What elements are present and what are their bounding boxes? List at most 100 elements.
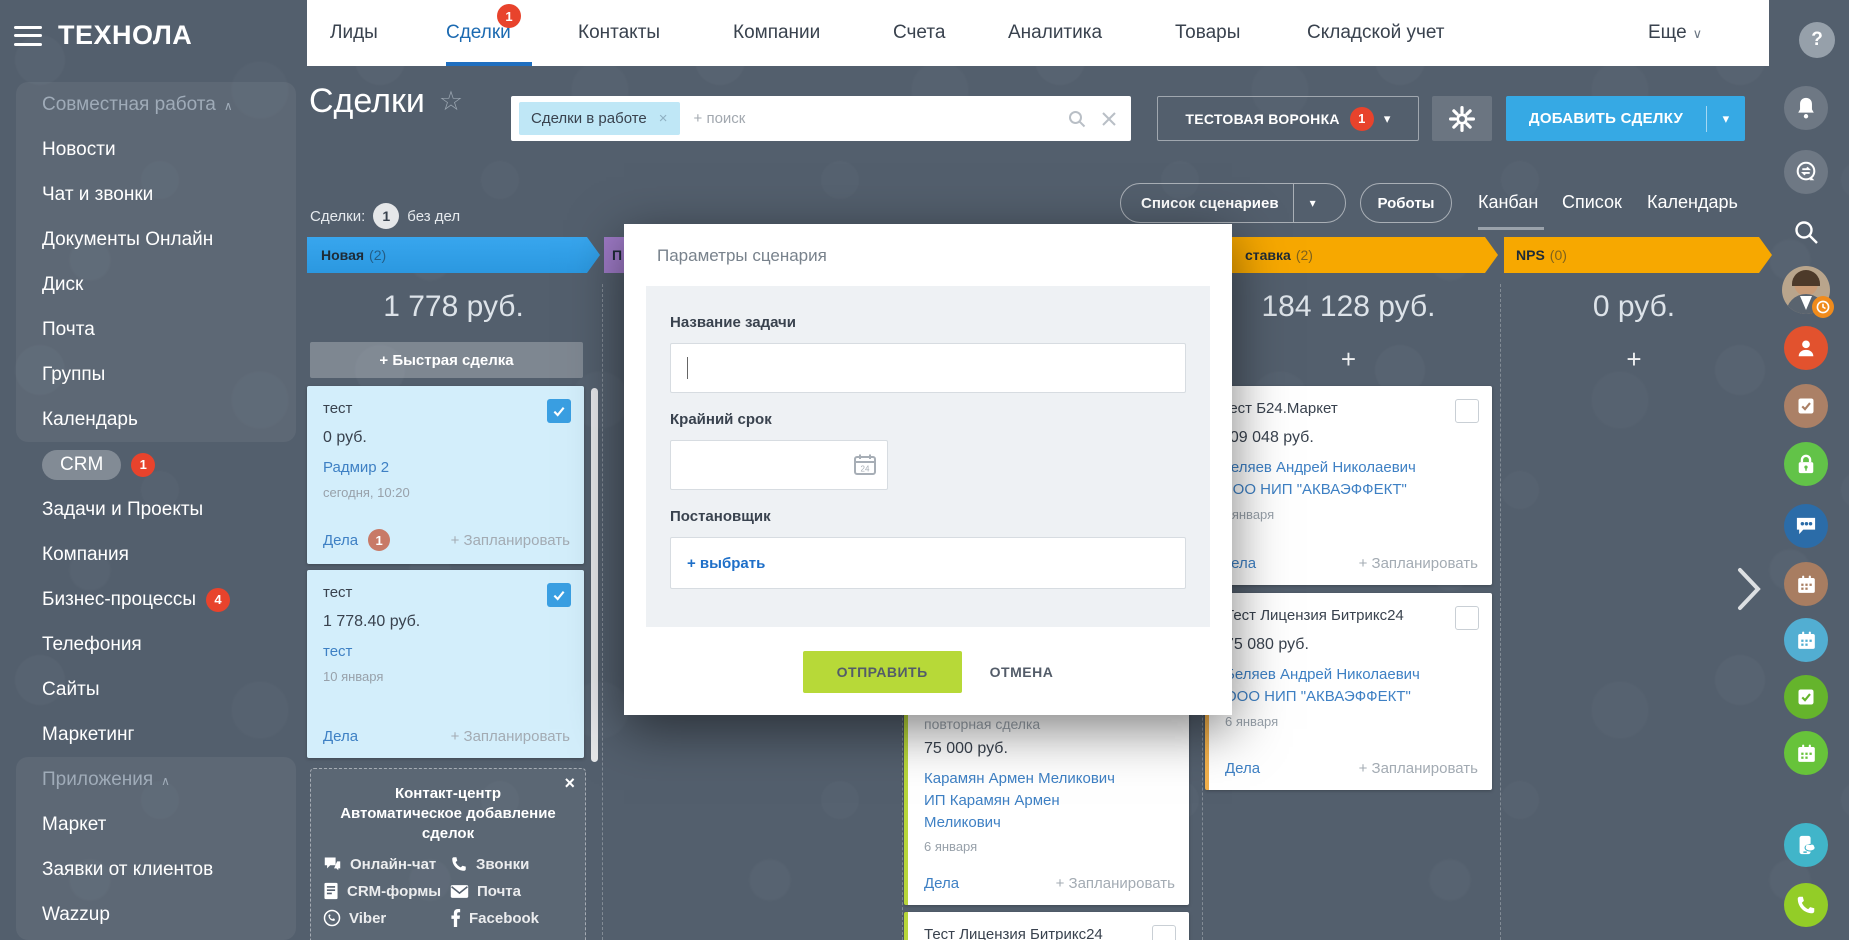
stage-header-new[interactable]: Новая (2)	[307, 237, 600, 273]
deal-company-link[interactable]: ООО НИП "АКВАЭФФЕКТ"	[1221, 479, 1476, 501]
close-icon[interactable]: ×	[564, 773, 575, 794]
sidebar-item-calendar[interactable]: Календарь	[0, 397, 307, 442]
add-card-button[interactable]: +	[1504, 344, 1764, 375]
sidebar-item-marketing[interactable]: Маркетинг	[0, 712, 307, 757]
sidebar-item-wazzup[interactable]: Wazzup	[0, 892, 307, 937]
deal-card[interactable]: Тест Лицензия Битрикс24	[904, 912, 1189, 940]
deal-checkbox[interactable]	[1455, 399, 1479, 423]
deadline-input[interactable]: 24	[670, 440, 888, 490]
schedule-link[interactable]: + Запланировать	[1056, 875, 1175, 892]
calendar-button-3[interactable]	[1784, 731, 1828, 775]
deal-card[interactable]: Тест Б24.Маркет 109 048 руб. Беляев Андр…	[1205, 386, 1492, 585]
sidebar-item-news[interactable]: Новости	[0, 127, 307, 172]
notifications-button[interactable]	[1784, 86, 1828, 130]
channel-mail[interactable]: Почта	[450, 882, 573, 900]
sidebar-section-applications[interactable]: Приложения ∧	[0, 757, 307, 802]
deal-checkbox[interactable]	[1455, 606, 1479, 630]
sidebar-item-groups[interactable]: Группы	[0, 352, 307, 397]
sidebar-section-collaboration[interactable]: Совместная работа ∧	[0, 82, 307, 127]
sidebar-item-business-processes[interactable]: Бизнес-процессы 4	[0, 577, 307, 622]
security-button[interactable]	[1784, 442, 1828, 486]
deal-card[interactable]: тест 0 руб. Радмир 2 сегодня, 10:20 Дела…	[307, 386, 584, 564]
next-columns-arrow[interactable]	[1734, 564, 1764, 619]
task-name-input[interactable]	[670, 343, 1186, 393]
sidebar-item-tasks-projects[interactable]: Задачи и Проекты	[0, 487, 307, 532]
telephony-button[interactable]	[1784, 883, 1828, 927]
choose-link[interactable]: + выбрать	[687, 555, 765, 572]
stage-header-delivery[interactable]: ставка (2)	[1205, 237, 1498, 273]
search-input[interactable]: + поиск	[694, 110, 1067, 127]
tab-products[interactable]: Товары	[1175, 0, 1240, 66]
deal-title[interactable]: тест	[323, 400, 523, 417]
deal-checkbox[interactable]	[1152, 925, 1176, 940]
add-deal-button[interactable]: ДОБАВИТЬ СДЕЛКУ ▾	[1506, 96, 1745, 141]
deal-client-link[interactable]: Беляев Андрей Николаевич	[1221, 457, 1476, 479]
deal-title[interactable]: Тест Лицензия Битрикс24	[924, 926, 1124, 940]
deal-client-link[interactable]: Радмир 2	[323, 457, 568, 479]
filter-chip[interactable]: Сделки в работе ×	[519, 102, 680, 135]
schedule-link[interactable]: + Запланировать	[1359, 760, 1478, 777]
tab-warehouse[interactable]: Складской учет	[1307, 0, 1445, 66]
deals-link[interactable]: Дела	[1225, 760, 1260, 777]
deal-card[interactable]: Тест Лицензия Битрикс24 75 080 руб. Беля…	[1205, 593, 1492, 790]
deal-client-link[interactable]: Беляев Андрей Николаевич	[1225, 664, 1476, 686]
deal-title[interactable]: Тест Лицензия Битрикс24	[1225, 607, 1425, 624]
group-chat-button[interactable]	[1784, 504, 1828, 548]
channel-viber[interactable]: Viber	[323, 909, 446, 927]
sidebar-item-disk[interactable]: Диск	[0, 262, 307, 307]
settings-button[interactable]	[1432, 96, 1492, 141]
channel-online-chat[interactable]: Онлайн-чат	[323, 855, 446, 873]
deals-link[interactable]: Дела	[323, 728, 358, 745]
search-button[interactable]	[1784, 210, 1828, 254]
stage-header-nps[interactable]: NPS (0)	[1504, 237, 1772, 273]
mobile-app-button[interactable]	[1784, 823, 1828, 867]
deal-card[interactable]: тест 1 778.40 руб. тест 10 января Дела +…	[307, 570, 584, 758]
calendar-button-1[interactable]	[1784, 562, 1828, 606]
sidebar-item-chat-calls[interactable]: Чат и звонки	[0, 172, 307, 217]
view-tab-calendar[interactable]: Календарь	[1647, 192, 1738, 213]
sidebar-item-market[interactable]: Маркет	[0, 802, 307, 847]
funnel-selector-button[interactable]: ТЕСТОВАЯ ВОРОНКА 1 ▾	[1157, 96, 1419, 141]
deal-title[interactable]: Тест Б24.Маркет	[1221, 400, 1421, 417]
sidebar-item-sites[interactable]: Сайты	[0, 667, 307, 712]
messenger-button[interactable]	[1784, 150, 1828, 194]
channel-facebook[interactable]: Facebook	[450, 909, 573, 927]
tab-invoices[interactable]: Счета	[893, 0, 945, 66]
sidebar-item-crm[interactable]: CRM 1	[0, 442, 307, 487]
view-tab-kanban[interactable]: Канбан	[1478, 192, 1538, 213]
deal-card-highlighted[interactable]: повторная сделка 75 000 руб. Карамян Арм…	[904, 700, 1189, 905]
deals-link[interactable]: Дела	[924, 875, 959, 892]
favorite-star-icon[interactable]: ☆	[439, 86, 463, 117]
tasks-button[interactable]	[1784, 384, 1828, 428]
cancel-button[interactable]: ОТМЕНА	[990, 664, 1054, 680]
deal-company-link[interactable]: ООО НИП "АКВАЭФФЕКТ"	[1225, 686, 1476, 708]
tab-analytics[interactable]: Аналитика	[1008, 0, 1102, 66]
tab-more[interactable]: Еще ∨	[1648, 0, 1702, 66]
robots-button[interactable]: Роботы	[1360, 183, 1452, 223]
schedule-link[interactable]: + Запланировать	[451, 728, 570, 745]
deal-checkbox[interactable]	[547, 583, 571, 607]
sidebar-item-telephony[interactable]: Телефония	[0, 622, 307, 667]
assigner-picker[interactable]: + выбрать	[670, 537, 1186, 589]
tab-contacts[interactable]: Контакты	[578, 0, 660, 66]
submit-button[interactable]: ОТПРАВИТЬ	[802, 651, 962, 693]
chip-close-icon[interactable]: ×	[659, 110, 668, 127]
deal-company-link[interactable]: ИП Карамян Армен Меликович	[924, 790, 1114, 834]
scenario-list-button[interactable]: Список сценариев ▾	[1120, 183, 1346, 223]
deal-client-link[interactable]: тест	[323, 641, 568, 663]
sidebar-item-documents-online[interactable]: Документы Онлайн	[0, 217, 307, 262]
quick-deal-button[interactable]: + Быстрая сделка	[310, 342, 583, 378]
search-clear-icon[interactable]	[1101, 111, 1117, 127]
check-task-button[interactable]	[1784, 675, 1828, 719]
deal-client-link[interactable]: Карамян Армен Меликович	[924, 768, 1173, 790]
schedule-link[interactable]: + Запланировать	[1359, 555, 1478, 572]
sidebar-item-company[interactable]: Компания	[0, 532, 307, 577]
deal-checkbox[interactable]	[547, 399, 571, 423]
deals-link[interactable]: Дела 1	[323, 529, 391, 551]
channel-calls[interactable]: Звонки	[450, 855, 573, 873]
tab-companies[interactable]: Компании	[733, 0, 820, 66]
chevron-down-icon[interactable]: ▾	[1707, 111, 1745, 127]
menu-toggle-icon[interactable]	[14, 25, 42, 46]
search-bar[interactable]: Сделки в работе × + поиск	[511, 96, 1131, 141]
sidebar-item-mail[interactable]: Почта	[0, 307, 307, 352]
